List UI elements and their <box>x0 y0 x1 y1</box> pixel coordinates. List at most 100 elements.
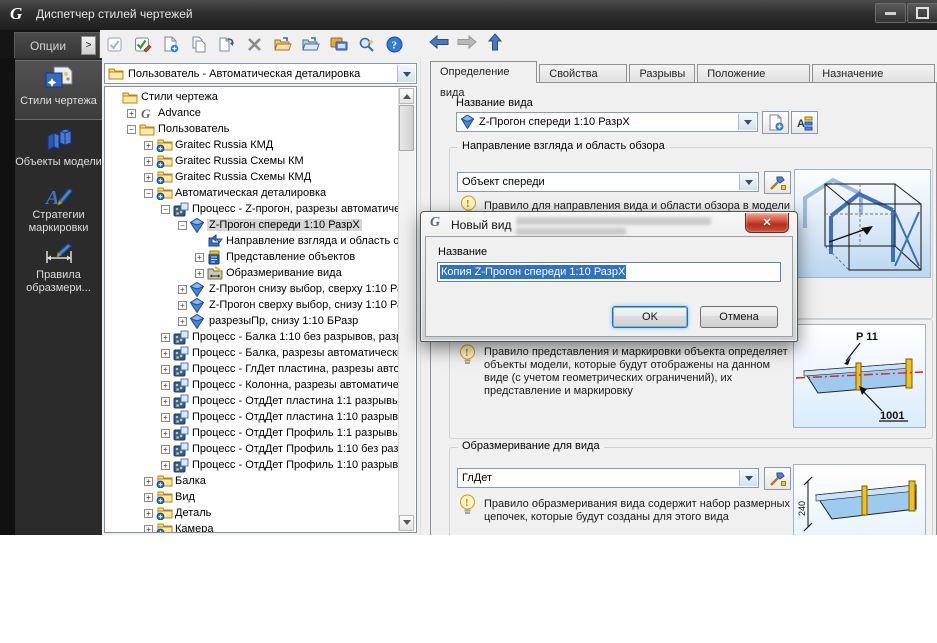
tree-item[interactable]: +Graitec Russia КМД <box>106 137 399 153</box>
options-expander-button[interactable]: > <box>81 36 96 55</box>
tab-3[interactable]: Разрывы <box>629 64 695 83</box>
sidebar-item-4[interactable]: Правила образмери... <box>15 237 102 295</box>
tree-item[interactable]: +Процесс - ГлДет пластина, разрезы автом <box>106 361 399 377</box>
paste-button[interactable] <box>214 32 239 56</box>
preview-button[interactable] <box>354 32 379 56</box>
expand-icon[interactable]: + <box>144 509 153 518</box>
tree-item[interactable]: +GAdvance <box>106 105 399 121</box>
up-button[interactable] <box>484 35 506 53</box>
dialog-close-button[interactable]: ✕ <box>745 213 789 233</box>
apply-button[interactable] <box>102 32 127 56</box>
cancel-button[interactable]: Отмена <box>700 306 778 328</box>
dimensioning-dropdown-button[interactable] <box>739 470 757 486</box>
new-view-button[interactable] <box>762 111 789 134</box>
sidebar-item-2[interactable]: Объекты модели <box>15 122 102 178</box>
expand-icon[interactable]: + <box>178 301 187 310</box>
expand-icon[interactable]: + <box>161 413 170 422</box>
tree-item[interactable]: +Вид <box>106 489 399 505</box>
tree-item[interactable]: +Z-Прогон сверху выбор, снизу 1:10 Ра <box>106 297 399 313</box>
collapse-icon[interactable]: − <box>144 189 153 198</box>
tree-item[interactable]: +Процесс - ОтдДет Профиль 1:10 разрывы <box>106 457 399 473</box>
edit-dimensioning-rule-button[interactable] <box>764 467 791 490</box>
expand-icon[interactable]: + <box>144 477 153 486</box>
expand-icon[interactable]: + <box>161 333 170 342</box>
tree-item[interactable]: −Автоматическая деталировка <box>106 185 399 201</box>
tree-item[interactable]: +Z-Прогон снизу выбор, сверху 1:10 Ра <box>106 281 399 297</box>
tree-item[interactable]: +Образмеривание вида <box>106 265 399 281</box>
ok-button[interactable]: OK <box>612 306 688 328</box>
tree-item[interactable]: +Процесс - ОтдДет Профиль 1:10 без разры <box>106 441 399 457</box>
expand-icon[interactable]: + <box>161 429 170 438</box>
tree-item[interactable]: +Процесс - Колонна, разрезы автоматичес <box>106 377 399 393</box>
help-button[interactable]: ? <box>382 32 407 56</box>
new-style-button[interactable] <box>158 32 183 56</box>
tree-item[interactable]: +Процесс - Балка, разрезы автоматически <box>106 345 399 361</box>
sidebar-item-1[interactable]: Стили чертежа <box>15 60 102 120</box>
expand-icon[interactable]: + <box>195 253 204 262</box>
copy-button[interactable] <box>186 32 211 56</box>
tree-item[interactable]: +Камера <box>106 521 399 532</box>
tree-item[interactable]: +Процесс - ОтдДет пластина 1:1 разрывы п <box>106 393 399 409</box>
scrollbar-thumb[interactable] <box>399 105 414 151</box>
tree-item[interactable]: −Z-Прогон спереди 1:10 РазрX <box>106 217 399 233</box>
collapse-icon[interactable]: − <box>161 205 170 214</box>
tree-item[interactable]: −Процесс - Z-прогон, разрезы автоматичес <box>106 201 399 217</box>
tree-filter-dropdown-button[interactable] <box>397 65 415 82</box>
rename-view-button[interactable]: A <box>791 111 818 134</box>
tree-item[interactable]: +разрезыПр, снизу 1:10 БРазр <box>106 313 399 329</box>
expand-icon[interactable]: + <box>144 173 153 182</box>
dimensioning-combobox[interactable]: ГлДет <box>457 468 759 488</box>
collapse-icon[interactable]: − <box>178 221 187 230</box>
tree-scrollbar[interactable] <box>398 88 415 531</box>
tab-5[interactable]: Назначение категорий <box>812 64 935 83</box>
expand-icon[interactable]: + <box>161 365 170 374</box>
expand-icon[interactable]: + <box>178 317 187 326</box>
direction-dropdown-button[interactable] <box>739 174 757 190</box>
tree-item[interactable]: +Представление объектов <box>106 249 399 265</box>
expand-icon[interactable]: + <box>144 157 153 166</box>
tree-item[interactable]: Направление взгляда и область об <box>106 233 399 249</box>
import-button[interactable] <box>270 32 295 56</box>
expand-icon[interactable]: + <box>161 461 170 470</box>
sidebar-item-3[interactable]: AСтратегии маркировки <box>15 180 102 235</box>
scroll-up-button[interactable] <box>399 88 414 104</box>
expand-icon[interactable]: + <box>144 525 153 533</box>
forward-button[interactable] <box>456 35 478 53</box>
tree-item[interactable]: +Graitec Russia Схемы КМ <box>106 153 399 169</box>
expand-icon[interactable]: + <box>161 381 170 390</box>
expand-icon[interactable]: + <box>144 141 153 150</box>
tab-2[interactable]: Свойства вида <box>539 64 627 83</box>
tab-1[interactable]: Определение вида <box>430 61 537 83</box>
collapse-icon[interactable]: − <box>127 125 136 134</box>
direction-combobox[interactable]: Объект спереди <box>457 172 759 192</box>
expand-icon[interactable]: + <box>195 269 204 278</box>
view-name-combobox[interactable]: Z-Прогон спереди 1:10 РазрX <box>456 112 758 132</box>
edit-style-button[interactable] <box>130 32 155 56</box>
scroll-down-button[interactable] <box>399 515 414 531</box>
tree-item[interactable]: +Балка <box>106 473 399 489</box>
view-name-dropdown-button[interactable] <box>738 114 756 130</box>
expand-icon[interactable]: + <box>144 493 153 502</box>
edit-direction-rule-button[interactable] <box>764 171 791 194</box>
delete-button[interactable] <box>242 32 267 56</box>
tree-filter-combobox[interactable]: Пользователь - Автоматическая деталировк… <box>104 63 417 84</box>
back-button[interactable] <box>428 35 450 53</box>
transfer-button[interactable] <box>326 32 351 56</box>
tree-item[interactable]: −Пользователь <box>106 121 399 137</box>
dialog-name-input[interactable]: Копия Z-Прогон спереди 1:10 РазрX <box>437 262 781 282</box>
tree-item[interactable]: +Деталь <box>106 505 399 521</box>
expand-icon[interactable]: + <box>127 109 136 118</box>
options-button[interactable]: Опции > <box>14 32 100 59</box>
expand-icon[interactable]: + <box>178 285 187 294</box>
tree-item[interactable]: +Процесс - ОтдДет Профиль 1:1 разрывы п <box>106 425 399 441</box>
tab-4[interactable]: Положение компаса <box>697 64 810 83</box>
tree-item[interactable]: Стили чертежа <box>106 89 399 105</box>
tree-item[interactable]: +Процесс - Балка 1:10 без разрывов, разр… <box>106 329 399 345</box>
minimize-button[interactable] <box>875 3 906 23</box>
tree-item[interactable]: +Процесс - ОтдДет пластина 1:10 разрывы <box>106 409 399 425</box>
tree-item[interactable]: +Graitec Russia Схемы КМД <box>106 169 399 185</box>
expand-icon[interactable]: + <box>161 349 170 358</box>
expand-icon[interactable]: + <box>161 397 170 406</box>
export-button[interactable] <box>298 32 323 56</box>
expand-icon[interactable]: + <box>161 445 170 454</box>
